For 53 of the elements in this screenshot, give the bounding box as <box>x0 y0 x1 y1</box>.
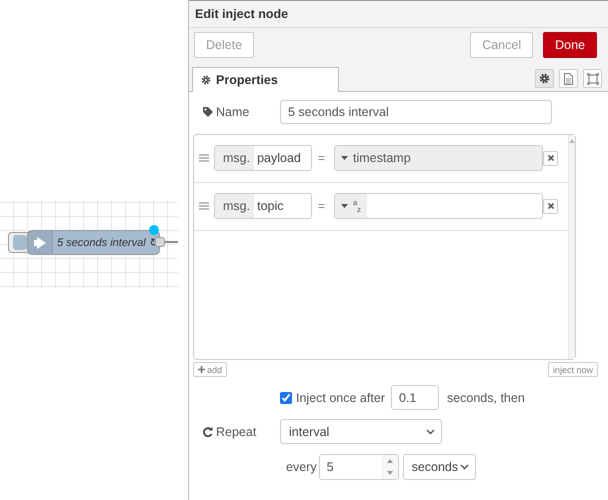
chevron-icon <box>426 428 435 434</box>
inject-now-button[interactable]: inject now <box>548 362 598 377</box>
interval-field[interactable]: 5 <box>318 454 399 480</box>
delay-suffix: seconds, then <box>446 390 525 404</box>
appearance-tab[interactable] <box>583 69 602 88</box>
unit-select[interactable]: seconds <box>402 454 476 480</box>
equals-sign: = <box>318 199 326 213</box>
properties-tab[interactable]: Properties <box>192 67 339 92</box>
name-label: Name <box>203 105 280 119</box>
wire <box>165 241 178 243</box>
gear-icon <box>201 75 211 85</box>
frame-icon <box>586 72 598 84</box>
drag-handle-icon[interactable] <box>199 202 209 210</box>
close-icon <box>548 203 554 209</box>
caret-icon <box>341 204 348 208</box>
close-icon <box>548 155 554 161</box>
spinner[interactable] <box>382 455 398 479</box>
arrow-icon <box>34 236 46 248</box>
add-button[interactable]: add <box>193 362 228 377</box>
remove-button[interactable] <box>543 198 558 214</box>
inject-once-checkbox[interactable] <box>280 392 292 404</box>
refresh-icon <box>203 426 213 436</box>
description-tab[interactable] <box>559 69 578 88</box>
name-field[interactable]: 5 seconds interval <box>280 100 552 124</box>
caret-icon <box>341 156 348 160</box>
output-port[interactable] <box>155 237 165 247</box>
dialog-title: Edit inject node <box>189 0 608 28</box>
tag-icon <box>203 107 213 117</box>
property-field[interactable]: msg. topic <box>214 193 312 219</box>
field-name: payload <box>256 150 302 167</box>
up-arrow-icon[interactable] <box>387 459 394 463</box>
value-field[interactable]: timestamp <box>334 145 543 171</box>
equals-sign: = <box>318 151 326 165</box>
gear-icon <box>539 73 550 84</box>
repeat-select[interactable]: interval <box>280 419 442 444</box>
msg-prefix: msg. <box>215 146 254 170</box>
every-label: every <box>286 460 317 474</box>
property-field[interactable]: msg. payload <box>214 145 312 171</box>
done-button[interactable]: Done <box>543 32 597 58</box>
field-name: topic <box>256 198 284 215</box>
down-arrow-icon[interactable] <box>387 471 394 475</box>
scrollbar[interactable] <box>568 135 575 359</box>
drag-handle-icon[interactable] <box>199 154 209 162</box>
msg-prefix: msg. <box>215 194 254 218</box>
plus-icon <box>198 366 205 373</box>
inject-once-label: Inject once after <box>296 390 385 404</box>
document-icon <box>564 72 573 84</box>
remove-button[interactable] <box>543 150 558 166</box>
delay-field[interactable]: 0.1 <box>390 385 439 410</box>
scroll-up-icon[interactable] <box>569 139 575 143</box>
chevron-icon <box>460 464 469 470</box>
settings-tab[interactable] <box>535 69 554 88</box>
repeat-label: Repeat <box>203 424 280 438</box>
